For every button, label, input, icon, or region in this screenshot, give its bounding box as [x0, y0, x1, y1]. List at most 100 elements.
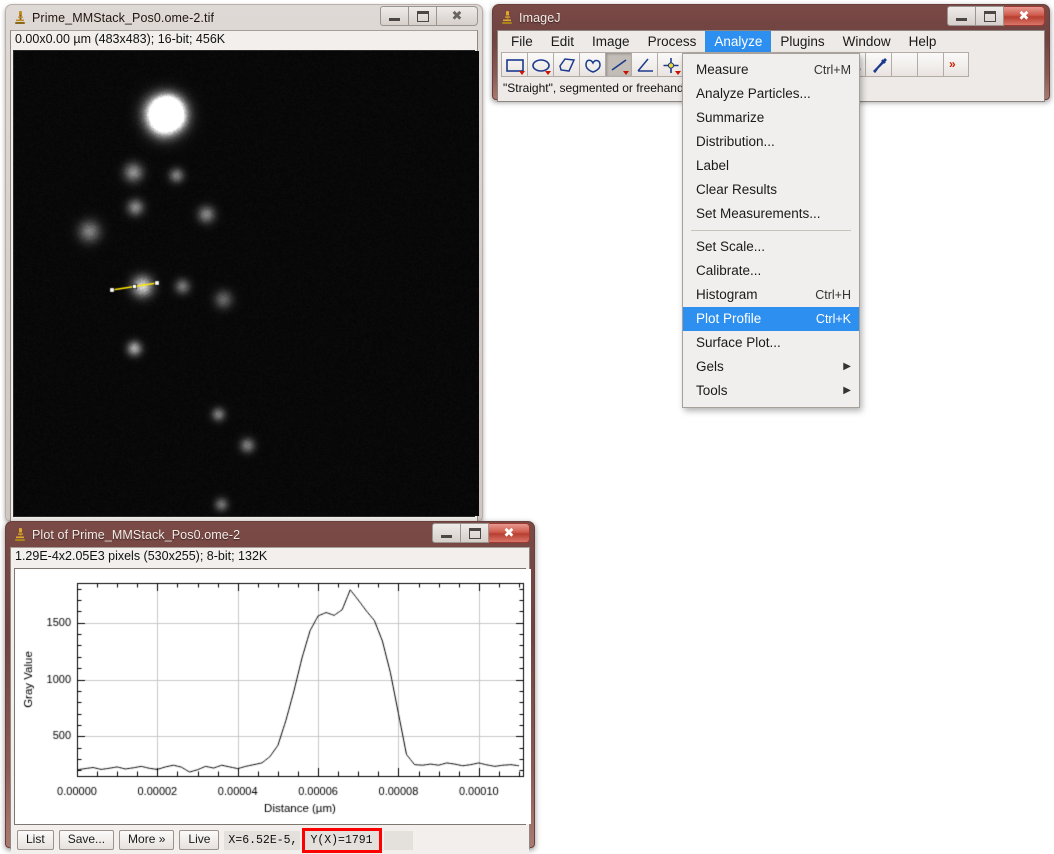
x-coordinate-readout: X=6.52E-5, — [224, 831, 300, 850]
menu-edit[interactable]: Edit — [542, 31, 583, 52]
submenu-arrow-icon: ▶ — [843, 355, 851, 379]
menu-file[interactable]: File — [502, 31, 542, 52]
menu-item-label: Tools — [696, 379, 728, 403]
profile-plot-canvas[interactable] — [15, 569, 531, 824]
menu-item-label: Measure — [696, 58, 749, 82]
freehand-tool-icon — [583, 56, 603, 75]
menu-analyze[interactable]: Analyze — [705, 31, 771, 52]
microscope-icon — [13, 527, 27, 543]
live-button[interactable]: Live — [179, 830, 219, 850]
straight-line-tool[interactable] — [605, 52, 631, 77]
menu-item-analyze-particles[interactable]: Analyze Particles... — [683, 82, 859, 106]
dropper-tool-icon — [869, 56, 889, 75]
imagej-window-title: ImageJ — [519, 11, 561, 25]
blank-tool-1[interactable] — [891, 52, 917, 77]
microscope-icon — [500, 10, 514, 26]
menu-item-summarize[interactable]: Summarize — [683, 106, 859, 130]
menu-item-calibrate[interactable]: Calibrate... — [683, 259, 859, 283]
tif-image-window[interactable]: Prime_MMStack_Pos0.ome-2.tif ✖ 0.00x0.00… — [5, 4, 483, 521]
freehand-tool[interactable] — [579, 52, 605, 77]
menu-item-set-scale[interactable]: Set Scale... — [683, 235, 859, 259]
menu-separator — [691, 230, 851, 231]
menu-process[interactable]: Process — [639, 31, 706, 52]
imagej-menubar[interactable]: File Edit Image Process Analyze Plugins Window… — [498, 31, 1044, 52]
tif-canvas-container[interactable] — [13, 50, 475, 517]
menu-item-tools[interactable]: Tools ▶ — [683, 379, 859, 403]
blank-tool-2[interactable] — [917, 52, 943, 77]
tif-window-controls[interactable]: ✖ — [380, 6, 478, 26]
polygon-tool[interactable] — [553, 52, 579, 77]
maximize-button[interactable] — [409, 6, 437, 26]
menu-item-plot-profile[interactable]: Plot Profile Ctrl+K — [683, 307, 859, 331]
plot-window-titlebar[interactable]: Plot of Prime_MMStack_Pos0.ome-2 ✖ — [10, 525, 530, 545]
menu-item-shortcut: Ctrl+K — [816, 307, 851, 331]
point-tool[interactable] — [657, 52, 683, 77]
plot-window[interactable]: Plot of Prime_MMStack_Pos0.ome-2 ✖ 1.29E… — [5, 521, 535, 848]
menu-item-label: Calibrate... — [696, 259, 761, 283]
menu-item-set-measurements[interactable]: Set Measurements... — [683, 202, 859, 226]
menu-item-label: Set Scale... — [696, 235, 765, 259]
menu-item-label[interactable]: Label — [683, 154, 859, 178]
angle-tool-icon — [635, 56, 655, 75]
more-tools[interactable]: » — [943, 52, 969, 77]
angle-tool[interactable] — [631, 52, 657, 77]
tool-dropdown-triangle-icon[interactable] — [519, 71, 525, 75]
tool-dropdown-triangle-icon[interactable] — [623, 71, 629, 75]
menu-item-label: Histogram — [696, 283, 758, 307]
menu-item-label: Set Measurements... — [696, 202, 821, 226]
save-button[interactable]: Save... — [59, 830, 114, 850]
plot-toolbar[interactable]: List Save... More » Live X=6.52E-5, Y(X)… — [11, 825, 529, 854]
list-button[interactable]: List — [17, 830, 54, 850]
microscope-icon — [13, 10, 27, 26]
analyze-dropdown-menu[interactable]: Measure Ctrl+M Analyze Particles... Summari… — [682, 53, 860, 408]
close-button[interactable]: ✖ — [1004, 6, 1045, 26]
menu-item-label: Gels — [696, 355, 724, 379]
plot-window-controls[interactable]: ✖ — [432, 523, 530, 543]
plot-status-line: 1.29E-4x2.05E3 pixels (530x255); 8-bit; … — [11, 548, 529, 567]
close-button[interactable]: ✖ — [489, 523, 530, 543]
menu-item-label: Label — [696, 154, 729, 178]
maximize-button[interactable] — [976, 6, 1004, 26]
oval-tool[interactable] — [527, 52, 553, 77]
plot-window-title: Plot of Prime_MMStack_Pos0.ome-2 — [32, 528, 240, 542]
menu-plugins[interactable]: Plugins — [771, 31, 833, 52]
minimize-button[interactable] — [432, 523, 461, 543]
menu-item-label: Surface Plot... — [696, 331, 781, 355]
submenu-arrow-icon: ▶ — [843, 379, 851, 403]
menu-item-clear-results[interactable]: Clear Results — [683, 178, 859, 202]
dropper-tool[interactable] — [865, 52, 891, 77]
more-tools-label: » — [949, 57, 956, 71]
menu-help[interactable]: Help — [900, 31, 946, 52]
tif-status-line: 0.00x0.00 µm (483x483); 16-bit; 456K — [11, 31, 477, 50]
imagej-titlebar[interactable]: ImageJ ✖ — [497, 8, 1045, 28]
minimize-button[interactable] — [947, 6, 976, 26]
microscopy-image-canvas[interactable] — [14, 51, 479, 516]
menu-item-label: Analyze Particles... — [696, 82, 811, 106]
menu-item-surface-plot[interactable]: Surface Plot... — [683, 331, 859, 355]
menu-item-label: Clear Results — [696, 178, 777, 202]
tif-window-titlebar[interactable]: Prime_MMStack_Pos0.ome-2.tif ✖ — [10, 8, 478, 28]
menu-item-histogram[interactable]: Histogram Ctrl+H — [683, 283, 859, 307]
plot-canvas-container[interactable] — [14, 568, 526, 825]
rectangle-tool[interactable] — [501, 52, 527, 77]
readout-spacer — [384, 831, 413, 850]
tif-window-title: Prime_MMStack_Pos0.ome-2.tif — [32, 11, 214, 25]
menu-item-label: Plot Profile — [696, 307, 761, 331]
tool-dropdown-triangle-icon[interactable] — [545, 71, 551, 75]
more-button[interactable]: More » — [119, 830, 174, 850]
plot-window-body: 1.29E-4x2.05E3 pixels (530x255); 8-bit; … — [10, 547, 530, 849]
menu-window[interactable]: Window — [834, 31, 900, 52]
polygon-tool-icon — [557, 56, 577, 75]
close-button[interactable]: ✖ — [437, 6, 478, 26]
menu-item-measure[interactable]: Measure Ctrl+M — [683, 58, 859, 82]
menu-item-distribution[interactable]: Distribution... — [683, 130, 859, 154]
minimize-button[interactable] — [380, 6, 409, 26]
tif-window-body: 0.00x0.00 µm (483x483); 16-bit; 456K — [10, 30, 478, 523]
imagej-window-controls[interactable]: ✖ — [947, 6, 1045, 26]
tool-dropdown-triangle-icon[interactable] — [675, 71, 681, 75]
menu-item-gels[interactable]: Gels ▶ — [683, 355, 859, 379]
menu-item-label: Distribution... — [696, 130, 775, 154]
menu-image[interactable]: Image — [583, 31, 639, 52]
menu-item-shortcut: Ctrl+M — [814, 58, 851, 82]
maximize-button[interactable] — [461, 523, 489, 543]
